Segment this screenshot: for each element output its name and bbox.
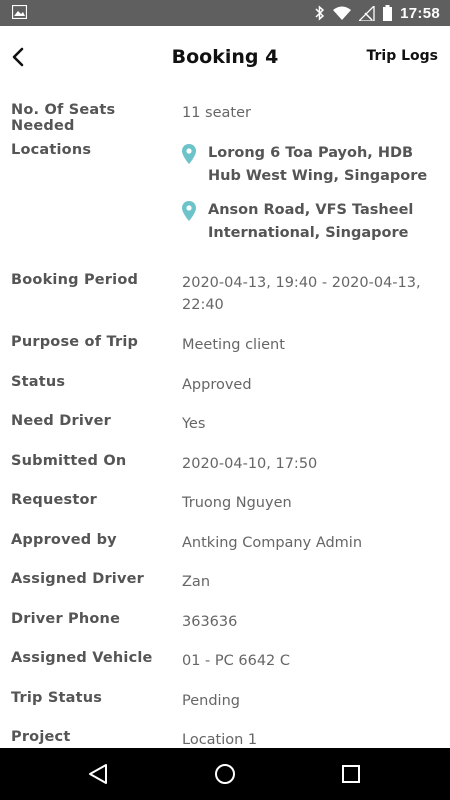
detail-label: Status	[11, 374, 66, 390]
detail-label: Trip Status	[11, 690, 103, 706]
detail-value: Location 1	[182, 732, 258, 748]
detail-label: Booking Period	[11, 272, 139, 288]
location-text: Anson Road, VFS Tasheel International, S…	[208, 202, 414, 241]
detail-label: Assigned Vehicle	[11, 650, 153, 666]
detail-value: 01 - PC 6642 C	[182, 653, 291, 669]
bluetooth-icon	[315, 5, 325, 21]
wifi-icon	[333, 6, 352, 20]
detail-value: Approved	[182, 377, 252, 393]
detail-label: Need Driver	[11, 413, 112, 429]
detail-value: 2020-04-13, 19:40 - 2020-04-13, 22:40	[182, 275, 421, 313]
detail-label: Requestor	[11, 492, 98, 508]
detail-value: Antking Company Admin	[182, 535, 363, 551]
location-pin-icon	[182, 201, 196, 221]
detail-label: Assigned Driver	[11, 571, 145, 587]
detail-value: 363636	[182, 614, 238, 630]
app-header: Booking 4 Trip Logs	[0, 26, 450, 88]
detail-value: Meeting client	[182, 337, 285, 353]
detail-value: Pending	[182, 693, 240, 709]
location-text: Lorong 6 Toa Payoh, HDB Hub West Wing, S…	[208, 145, 428, 184]
image-icon	[12, 5, 27, 19]
trip-logs-button[interactable]: Trip Logs	[366, 48, 438, 64]
location-pin-icon	[182, 144, 196, 164]
detail-label: Purpose of Trip	[11, 334, 139, 350]
detail-label: Submitted On	[11, 453, 127, 469]
home-circle-icon[interactable]	[213, 762, 237, 786]
detail-value: 2020-04-10, 17:50	[182, 456, 318, 472]
detail-label: Locations	[11, 142, 92, 158]
detail-label: Approved by	[11, 532, 117, 548]
detail-label: Project	[11, 729, 71, 745]
signal-off-icon	[359, 5, 375, 21]
clock-time: 17:58	[400, 4, 440, 22]
status-bar: 17:58	[0, 0, 450, 26]
battery-icon	[383, 5, 393, 21]
detail-value: 11 seater	[182, 105, 251, 121]
detail-row-locations: Locations Lorong 6 Toa Payoh, HDB Hub We…	[11, 142, 441, 242]
detail-label: No. Of Seats Needed	[11, 102, 116, 134]
recents-square-icon[interactable]	[339, 762, 363, 786]
detail-label: Driver Phone	[11, 611, 121, 627]
back-triangle-icon[interactable]	[86, 762, 110, 786]
detail-value: Yes	[182, 416, 206, 432]
booking-details: No. Of Seats Needed 11 seater Locations …	[0, 88, 450, 748]
detail-value: Zan	[182, 574, 211, 590]
system-nav-bar	[0, 748, 450, 800]
detail-value: Truong Nguyen	[182, 495, 292, 511]
